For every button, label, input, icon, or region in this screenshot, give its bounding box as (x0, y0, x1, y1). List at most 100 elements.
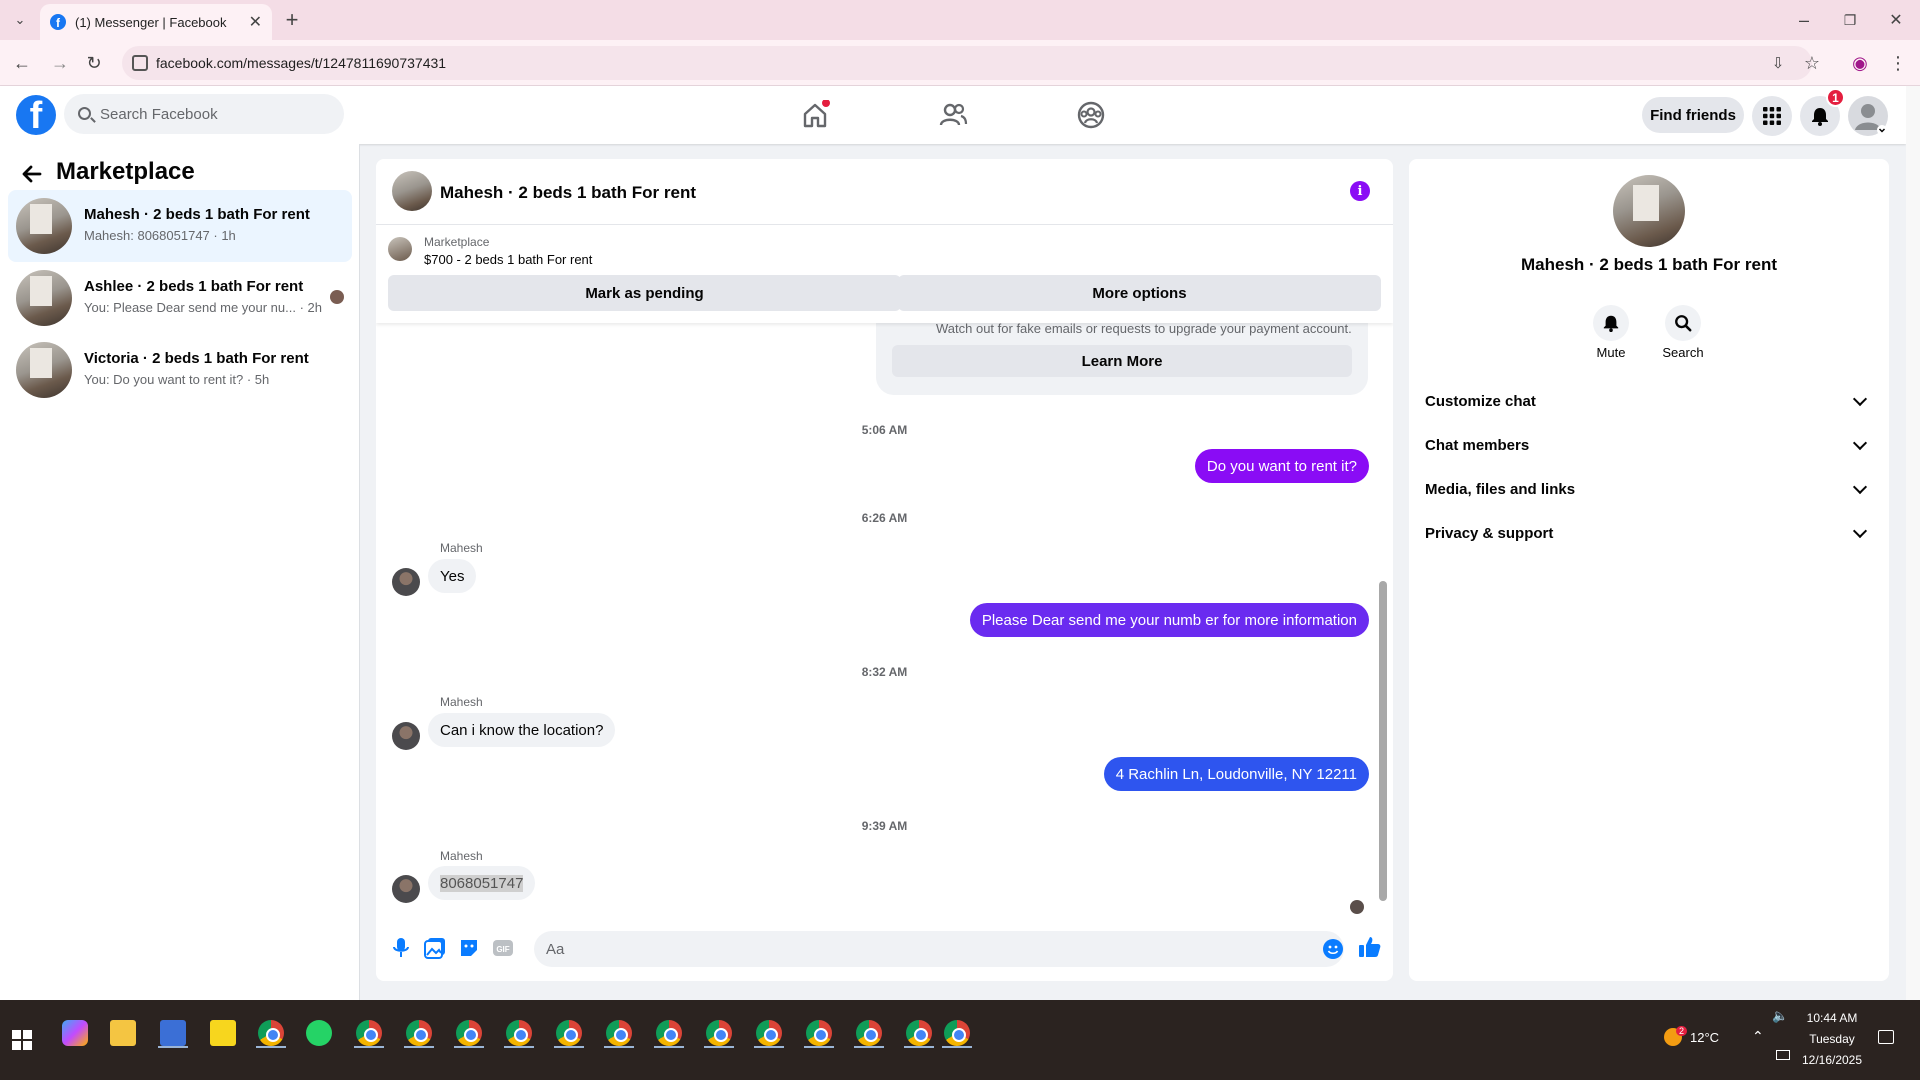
chrome-icon[interactable] (944, 1020, 970, 1046)
chrome-icon[interactable] (506, 1020, 532, 1046)
search-conversation-button[interactable] (1665, 305, 1701, 341)
reload-icon[interactable]: ↻ (80, 49, 108, 77)
url-bar[interactable]: facebook.com/messages/t/1247811690737431 (122, 46, 1812, 80)
new-tab-icon[interactable]: + (278, 6, 306, 34)
info-icon[interactable]: i (1350, 181, 1370, 201)
chrome-icon[interactable] (356, 1020, 382, 1046)
copilot-icon[interactable] (62, 1020, 88, 1046)
section-label: Privacy & support (1425, 524, 1554, 542)
emoji-icon[interactable] (1322, 938, 1344, 960)
conversation-item[interactable]: Victoria · 2 beds 1 bath For rent You: D… (8, 334, 352, 406)
weather-temp[interactable]: 12°C (1690, 1030, 1719, 1045)
chrome-icon[interactable] (258, 1020, 284, 1046)
microphone-icon[interactable] (390, 937, 412, 959)
file-explorer-icon[interactable] (110, 1020, 136, 1046)
chrome-icon[interactable] (706, 1020, 732, 1046)
browser-tab-messenger[interactable]: f (1) Messenger | Facebook ✕ (40, 4, 272, 40)
forward-icon[interactable]: → (46, 49, 74, 77)
chrome-icon[interactable] (806, 1020, 832, 1046)
find-friends-button[interactable]: Find friends (1642, 97, 1744, 133)
scrollbar-thumb[interactable] (1379, 581, 1387, 901)
chrome-icon[interactable] (656, 1020, 682, 1046)
mute-button[interactable] (1593, 305, 1629, 341)
sender-avatar[interactable] (392, 722, 420, 750)
show-hidden-icons-icon[interactable]: ⌃ (1752, 1028, 1764, 1045)
bookmark-star-icon[interactable]: ☆ (1798, 49, 1826, 77)
profile-icon[interactable]: ◉ (1846, 49, 1874, 77)
minimize-icon[interactable]: – (1790, 6, 1818, 34)
sticky-notes-icon[interactable] (210, 1020, 236, 1046)
chrome-icon[interactable] (556, 1020, 582, 1046)
whatsapp-icon[interactable] (306, 1020, 332, 1046)
message-composer: GIF Aa (376, 919, 1393, 981)
outgoing-message[interactable]: Do you want to rent it? (1194, 449, 1369, 483)
outgoing-message[interactable]: Please Dear send me your numb er for mor… (969, 603, 1369, 637)
chrome-icon[interactable] (756, 1020, 782, 1046)
windows-start-icon[interactable] (12, 1030, 32, 1050)
customize-chat-section[interactable]: Customize chat (1425, 383, 1873, 419)
back-arrow-icon[interactable] (20, 162, 44, 186)
tab-search-dropdown-icon[interactable]: ⌄ (6, 6, 34, 34)
account-avatar-button[interactable] (1848, 96, 1888, 136)
seen-avatar (1350, 900, 1364, 914)
incoming-message[interactable]: 8068051747 (428, 866, 536, 900)
chat-title[interactable]: Mahesh · 2 beds 1 bath For rent (440, 183, 696, 203)
chevron-down-icon (1852, 435, 1868, 451)
home-icon[interactable] (800, 100, 830, 130)
thumbs-up-icon[interactable] (1358, 935, 1382, 959)
url-text: facebook.com/messages/t/1247811690737431 (156, 55, 447, 71)
back-icon[interactable]: ← (8, 49, 36, 77)
system-clock[interactable]: 10:44 AM Tuesday 12/16/2025 (1800, 1008, 1864, 1071)
browser-menu-icon[interactable]: ⋮ (1884, 49, 1912, 77)
close-tab-icon[interactable]: ✕ (249, 12, 262, 32)
message-input[interactable]: Aa (534, 931, 1344, 967)
media-files-links-section[interactable]: Media, files and links (1425, 471, 1873, 507)
sticker-icon[interactable] (458, 937, 480, 959)
chrome-icon[interactable] (606, 1020, 632, 1046)
privacy-support-section[interactable]: Privacy & support (1425, 515, 1873, 551)
groups-icon[interactable] (1076, 100, 1106, 130)
chrome-icon[interactable] (906, 1020, 932, 1046)
marketplace-conversation-list: Marketplace Mahesh · 2 beds 1 bath For r… (0, 144, 360, 1000)
thread-scrollbar[interactable] (1379, 331, 1387, 911)
learn-more-button[interactable]: Learn More (892, 345, 1352, 377)
facebook-logo-icon[interactable]: f (16, 95, 56, 135)
selected-phone-number[interactable]: 8068051747 (440, 874, 524, 892)
incoming-message[interactable]: Yes (428, 559, 477, 593)
speaker-icon[interactable]: 🔈 (1772, 1008, 1788, 1024)
install-app-icon[interactable]: ⇩ (1764, 49, 1792, 77)
chrome-icon[interactable] (406, 1020, 432, 1046)
listing-price[interactable]: $700 - 2 beds 1 bath For rent (424, 252, 592, 267)
listing-avatar[interactable] (1613, 175, 1685, 247)
gif-icon[interactable]: GIF (492, 937, 514, 959)
more-options-button[interactable]: More options (898, 275, 1381, 311)
search-placeholder: Search Facebook (100, 105, 218, 123)
section-label: Chat members (1425, 436, 1530, 454)
chrome-icon[interactable] (856, 1020, 882, 1046)
friends-icon[interactable] (938, 100, 968, 130)
conversation-item[interactable]: Ashlee · 2 beds 1 bath For rent You: Ple… (8, 262, 352, 334)
sender-avatar[interactable] (392, 875, 420, 903)
photo-icon[interactable] (424, 937, 446, 959)
listing-thumbnail[interactable] (388, 237, 412, 261)
open-app-indicator (404, 1046, 434, 1048)
menu-grid-button[interactable] (1752, 96, 1792, 136)
network-icon[interactable] (1776, 1050, 1790, 1060)
chat-members-section[interactable]: Chat members (1425, 427, 1873, 463)
notification-center-icon[interactable] (1878, 1030, 1894, 1044)
conversation-preview: You: Please Dear send me your nu... · 2h (84, 300, 322, 315)
close-window-icon[interactable]: ✕ (1882, 6, 1910, 34)
chrome-icon[interactable] (456, 1020, 482, 1046)
incoming-message[interactable]: Can i know the location? (428, 713, 616, 747)
sender-avatar[interactable] (392, 568, 420, 596)
restore-icon[interactable]: ❐ (1836, 6, 1864, 34)
search-facebook-input[interactable]: Search Facebook (64, 94, 344, 134)
chat-avatar[interactable] (392, 171, 432, 211)
listing-thumbnail (16, 270, 72, 326)
app-icon[interactable] (160, 1020, 186, 1046)
mark-as-pending-button[interactable]: Mark as pending (388, 275, 901, 311)
page-scrollbar[interactable] (1906, 86, 1920, 1000)
conversation-item[interactable]: Mahesh · 2 beds 1 bath For rent Mahesh: … (8, 190, 352, 262)
site-info-icon[interactable] (132, 55, 148, 71)
outgoing-message[interactable]: 4 Rachlin Ln, Loudonville, NY 12211 (1103, 757, 1369, 791)
